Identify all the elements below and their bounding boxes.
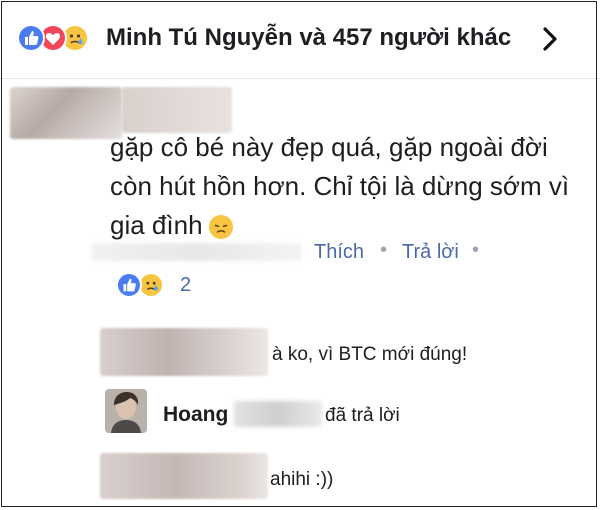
reaction-icons: [17, 24, 97, 52]
screenshot-frame: [1, 1, 597, 507]
like-icon: [17, 24, 45, 52]
like-icon: [116, 272, 142, 298]
